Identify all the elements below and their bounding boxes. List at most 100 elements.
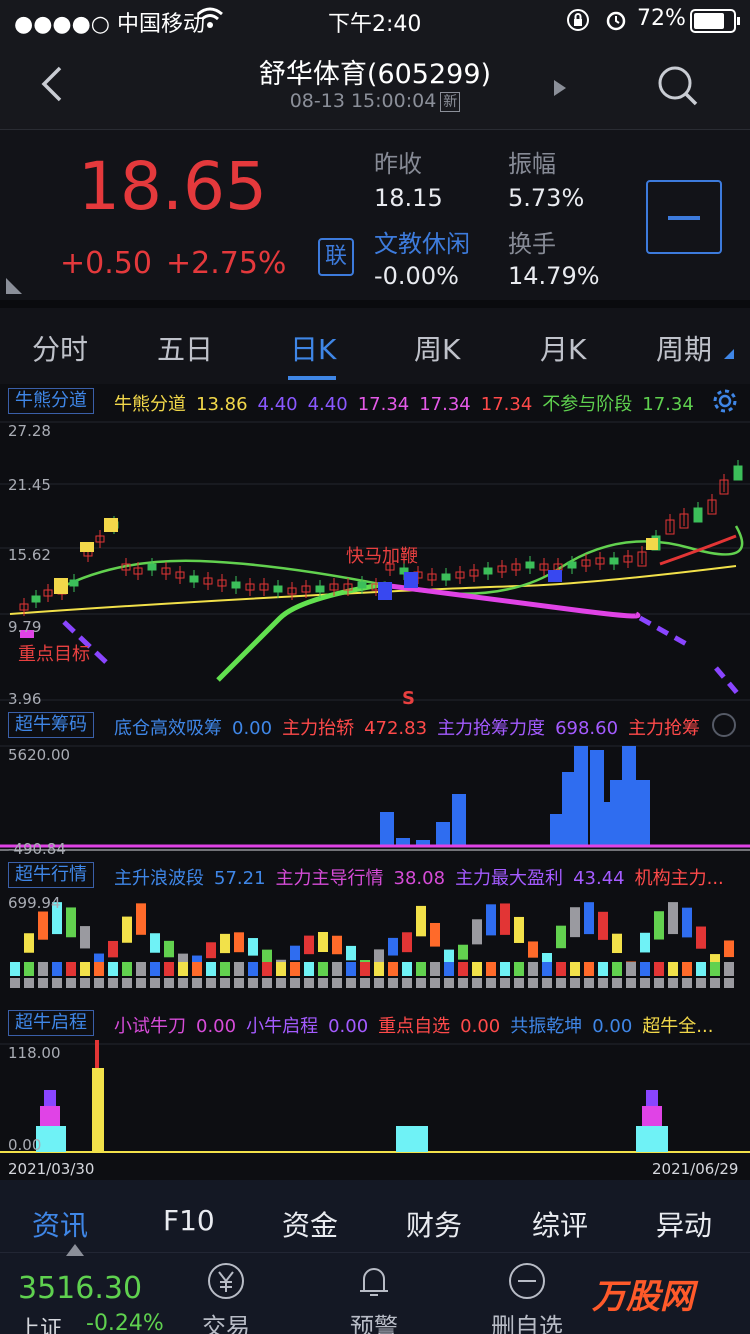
prev-close-label: 昨收	[374, 150, 422, 178]
tab-daily-k[interactable]: 日K	[290, 328, 336, 368]
tab-f10[interactable]: F10	[163, 1204, 215, 1237]
trend-value-6: 机构主力...	[634, 868, 724, 889]
tab-rating[interactable]: 综评	[532, 1204, 588, 1244]
trend-value-1: 57.21	[214, 868, 266, 889]
kline-chart-area[interactable]: 牛熊分道 牛熊分道 13.86 4.40 4.40 17.34 17.34 17.34 不参与…	[0, 384, 750, 1180]
trend-value-2: 主力主导行情	[275, 868, 384, 889]
start-y-min: 0.00	[8, 1136, 42, 1154]
trend-value-4: 主力最大盈利	[455, 868, 564, 889]
period-dropdown-icon[interactable]	[724, 344, 734, 363]
bull_bear-value-4: 17.34	[357, 394, 410, 415]
wifi-icon	[196, 5, 224, 37]
bull_bear-value-3: 4.40	[307, 394, 348, 415]
remove-watch-button[interactable]: 删自选	[482, 1261, 572, 1334]
alert-label: 预警	[350, 1313, 398, 1334]
alert-button[interactable]: 预警	[344, 1261, 404, 1334]
minus-circle-icon	[509, 1263, 545, 1299]
trend-selector[interactable]: 超牛行情	[8, 862, 94, 888]
next-stock-icon[interactable]	[552, 78, 568, 102]
trend-indicator-row: 超牛行情 主升浪波段 57.21 主力主导行情 38.08 主力最大盈利 43.44 机构主…	[0, 860, 750, 890]
watermark-logo: 万股网	[592, 1277, 694, 1317]
active-tab-indicator	[288, 376, 336, 380]
turnover-label: 换手	[508, 230, 556, 258]
key-target-annotation: 重点目标	[18, 644, 90, 665]
chips-chart	[0, 745, 750, 851]
collapse-icon[interactable]	[712, 713, 736, 737]
alarm-icon	[604, 8, 628, 38]
tab-intraday[interactable]: 分时	[32, 328, 88, 368]
bull_bear-value-1: 13.86	[196, 394, 248, 415]
trade-label: 交易	[202, 1313, 250, 1334]
tab-five-day[interactable]: 五日	[157, 328, 213, 368]
remove-watchlist-button[interactable]	[646, 180, 722, 254]
current-price: 18.65	[78, 148, 267, 225]
link-button[interactable]: 联	[318, 238, 354, 276]
tab-anomaly[interactable]: 异动	[656, 1204, 712, 1244]
trend-value-5: 43.44	[573, 868, 625, 889]
sell-marker: S	[402, 688, 415, 709]
tab-finance[interactable]: 财务	[406, 1204, 462, 1244]
start-value-4: 重点自选	[378, 1016, 451, 1037]
yuan-icon	[208, 1263, 244, 1299]
expand-corner-icon[interactable]	[6, 278, 22, 298]
tab-monthly-k[interactable]: 月K	[540, 328, 586, 368]
bull_bear-value-0: 牛熊分道	[114, 394, 186, 415]
bull_bear-value-8: 17.34	[642, 394, 694, 415]
y-label-0: 27.28	[8, 422, 51, 440]
trend-y-max: 699.94	[8, 894, 61, 912]
bull_bear-value-7: 不参与阶段	[542, 394, 633, 415]
amplitude-label: 振幅	[508, 150, 556, 178]
index-value[interactable]: 3516.30	[18, 1271, 142, 1306]
y-label-1: 21.45	[8, 476, 51, 494]
bull_bear-value-5: 17.34	[419, 394, 471, 415]
date-end: 2021/06/29	[652, 1160, 739, 1178]
chips-value-6: 主力抢筹	[628, 718, 701, 739]
trend-values: 主升浪波段 57.21 主力主导行情 38.08 主力最大盈利 43.44 机构主力...	[114, 864, 734, 890]
bull-bear-selector[interactable]: 牛熊分道	[8, 388, 94, 414]
chips-y-max: 5620.00	[8, 746, 71, 764]
start-values: 小试牛刀 0.00 小牛启程 0.00 重点自选 0.00 共振乾坤 0.00 超牛全...	[114, 1012, 723, 1038]
start-chart	[0, 1040, 750, 1153]
tab-period[interactable]: 周期	[656, 328, 712, 368]
start-value-5: 0.00	[460, 1016, 501, 1037]
start-selector[interactable]: 超牛启程	[8, 1010, 94, 1036]
tab-news[interactable]: 资讯	[32, 1204, 88, 1244]
y-label-3: 9.79	[8, 618, 42, 636]
settings-gear-icon[interactable]	[712, 388, 738, 416]
trade-button[interactable]: 交易	[196, 1261, 256, 1334]
bell-icon	[360, 1268, 388, 1296]
start-value-1: 0.00	[196, 1016, 237, 1037]
index-change: -0.24%	[86, 1311, 164, 1334]
chips-value-4: 主力抢筹力度	[437, 718, 546, 739]
remove-watch-label: 删自选	[491, 1313, 563, 1334]
amplitude-value: 5.73%	[508, 184, 585, 212]
prev-close-value: 18.15	[374, 184, 443, 212]
tab-weekly-k[interactable]: 周K	[414, 328, 460, 368]
footer-bar: 3516.30 上证 -0.24% 交易 预警 删自选 万股网	[0, 1244, 750, 1334]
kuaima-annotation: 快马加鞭	[346, 546, 418, 567]
start-value-6: 共振乾坤	[510, 1016, 583, 1037]
start-y-max: 118.00	[8, 1044, 61, 1062]
chips-y-min: -490.84	[8, 840, 66, 858]
info-tabs: 资讯 F10 资金 财务 综评 异动	[0, 1180, 750, 1252]
chips-value-2: 主力抬轿	[282, 718, 355, 739]
sector-link[interactable]: 文教休闲	[374, 224, 470, 259]
chips-value-0: 底仓高效吸筹	[114, 718, 222, 739]
quote-panel: 18.65 +0.50 +2.75% 联 昨收 18.15 文教休闲 -0.00…	[0, 130, 750, 300]
date-start: 2021/03/30	[8, 1160, 95, 1178]
quote-datetime: 08-13 15:00:04 新	[0, 90, 750, 112]
stock-title: 舒华体育(605299)	[258, 59, 492, 90]
period-tabs: 分时 五日 日K 周K 月K 周期	[0, 300, 750, 384]
new-tag: 新	[440, 91, 461, 112]
start-value-7: 0.00	[592, 1016, 633, 1037]
chips-selector[interactable]: 超牛筹码	[8, 712, 94, 738]
search-icon[interactable]	[656, 64, 700, 112]
rotation-lock-icon	[566, 8, 590, 38]
bull-bear-values: 牛熊分道 13.86 4.40 4.40 17.34 17.34 17.34 不参与阶段 17.…	[114, 390, 704, 416]
trend-chart	[10, 902, 734, 988]
expand-up-icon[interactable]	[66, 1241, 84, 1260]
tab-funds[interactable]: 资金	[282, 1204, 338, 1244]
chips-value-3: 472.83	[364, 718, 428, 739]
chips-indicator-row: 超牛筹码 底仓高效吸筹 0.00 主力抬轿 472.83 主力抢筹力度 698.60 主力抢…	[0, 710, 750, 740]
y-label-2: 15.62	[8, 546, 51, 564]
